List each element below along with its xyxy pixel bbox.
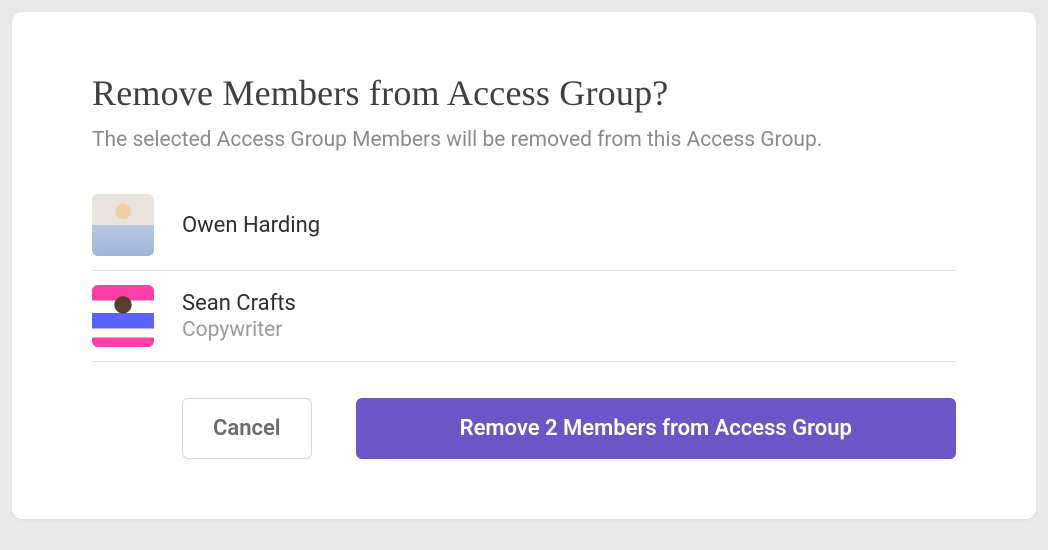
remove-members-modal: Remove Members from Access Group? The se… [12, 12, 1036, 519]
button-row: Cancel Remove 2 Members from Access Grou… [92, 398, 956, 459]
member-info: Owen Harding [182, 213, 320, 238]
member-info: Sean Crafts Copywriter [182, 291, 296, 342]
member-list: Owen Harding Sean Crafts Copywriter [92, 180, 956, 362]
member-subtitle: Copywriter [182, 318, 296, 342]
member-name: Owen Harding [182, 213, 320, 238]
avatar [92, 285, 154, 347]
modal-subtitle: The selected Access Group Members will b… [92, 128, 956, 152]
list-item: Sean Crafts Copywriter [92, 271, 956, 362]
confirm-remove-button[interactable]: Remove 2 Members from Access Group [356, 398, 956, 459]
list-item: Owen Harding [92, 180, 956, 271]
cancel-button[interactable]: Cancel [182, 398, 312, 459]
member-name: Sean Crafts [182, 291, 296, 316]
modal-title: Remove Members from Access Group? [92, 72, 956, 114]
avatar [92, 194, 154, 256]
